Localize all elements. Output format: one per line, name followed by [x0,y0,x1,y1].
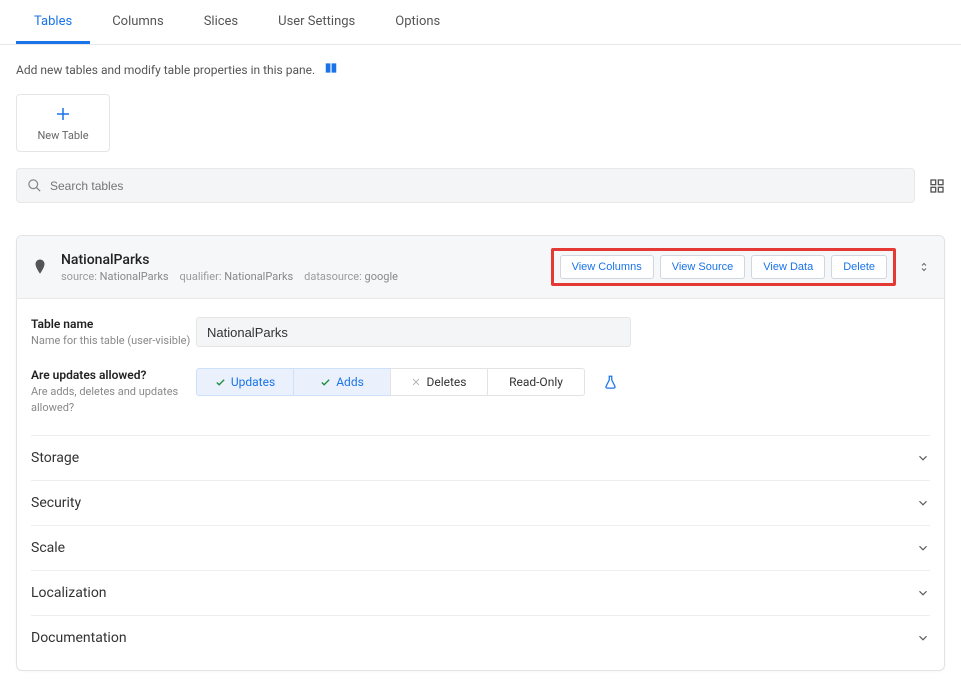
updates-allowed-label: Are updates allowed? [31,368,196,382]
meta-qualifier-label: qualifier: [180,270,222,283]
pane-description-text: Add new tables and modify table properti… [16,63,315,77]
check-icon [215,377,226,388]
new-table-label: New Table [37,129,88,142]
accordion-localization-label: Localization [31,585,107,601]
sort-icon[interactable] [918,259,930,275]
table-subtitle: source: NationalParks qualifier: Nationa… [61,270,539,283]
segment-readonly[interactable]: Read-Only [487,368,585,396]
accordion-storage-label: Storage [31,450,79,466]
plus-icon [54,105,72,123]
updates-segmented-control: Updates Adds Deletes Read-Only [196,368,585,396]
accordion: Storage Security Scale Localization Docu… [31,435,930,660]
segment-deletes[interactable]: Deletes [390,368,488,396]
table-title-block: NationalParks source: NationalParks qual… [61,252,539,283]
accordion-scale-label: Scale [31,540,65,556]
help-doc-icon[interactable] [323,61,339,78]
new-table-button[interactable]: New Table [16,94,110,152]
meta-source-label: source: [61,270,97,283]
content-area: Add new tables and modify table properti… [0,45,961,687]
chevron-down-icon [916,541,930,555]
form-row-table-name: Table name Name for this table (user-vis… [31,317,930,348]
segment-adds-label: Adds [336,375,364,389]
accordion-security[interactable]: Security [31,481,930,526]
view-source-button[interactable]: View Source [660,255,746,279]
pin-icon [31,256,49,278]
table-card-header: NationalParks source: NationalParks qual… [17,236,944,299]
segment-deletes-label: Deletes [426,375,466,389]
segment-readonly-label: Read-Only [509,375,563,389]
chevron-down-icon [916,496,930,510]
form-row-updates-allowed: Are updates allowed? Are adds, deletes a… [31,368,930,415]
table-title: NationalParks [61,252,539,268]
header-actions-highlighted: View Columns View Source View Data Delet… [551,248,896,286]
table-card: NationalParks source: NationalParks qual… [16,235,945,671]
tab-slices[interactable]: Slices [186,0,256,44]
view-data-button[interactable]: View Data [751,255,825,279]
search-input[interactable] [50,179,904,193]
check-icon [320,377,331,388]
tab-tables[interactable]: Tables [16,0,90,44]
tab-options[interactable]: Options [377,0,458,44]
segment-adds[interactable]: Adds [293,368,391,396]
search-box[interactable] [16,168,915,203]
accordion-storage[interactable]: Storage [31,436,930,481]
meta-qualifier-value: NationalParks [224,270,293,283]
table-name-input[interactable] [196,317,631,347]
segment-updates[interactable]: Updates [196,368,294,396]
flask-icon[interactable] [603,375,618,390]
updates-allowed-sublabel: Are adds, deletes and updates allowed? [31,384,196,415]
meta-datasource-label: datasource: [304,270,362,283]
search-row [16,168,945,203]
grid-view-icon[interactable] [929,178,945,194]
accordion-localization[interactable]: Localization [31,571,930,616]
table-body: Table name Name for this table (user-vis… [17,299,944,670]
search-icon [27,178,42,193]
table-name-label: Table name [31,317,196,331]
tab-columns[interactable]: Columns [94,0,182,44]
chevron-down-icon [916,586,930,600]
chevron-down-icon [916,451,930,465]
chevron-down-icon [916,631,930,645]
accordion-scale[interactable]: Scale [31,526,930,571]
pane-description: Add new tables and modify table properti… [16,61,945,78]
table-name-sublabel: Name for this table (user-visible) [31,333,196,348]
accordion-documentation-label: Documentation [31,630,127,646]
tab-user-settings[interactable]: User Settings [260,0,373,44]
tabs-bar: Tables Columns Slices User Settings Opti… [0,0,961,45]
view-columns-button[interactable]: View Columns [560,255,654,279]
segment-updates-label: Updates [231,375,275,389]
delete-button[interactable]: Delete [831,255,887,279]
meta-datasource-value: google [365,270,398,283]
meta-source-value: NationalParks [100,270,169,283]
cross-icon [411,377,421,387]
accordion-security-label: Security [31,495,81,511]
accordion-documentation[interactable]: Documentation [31,616,930,660]
